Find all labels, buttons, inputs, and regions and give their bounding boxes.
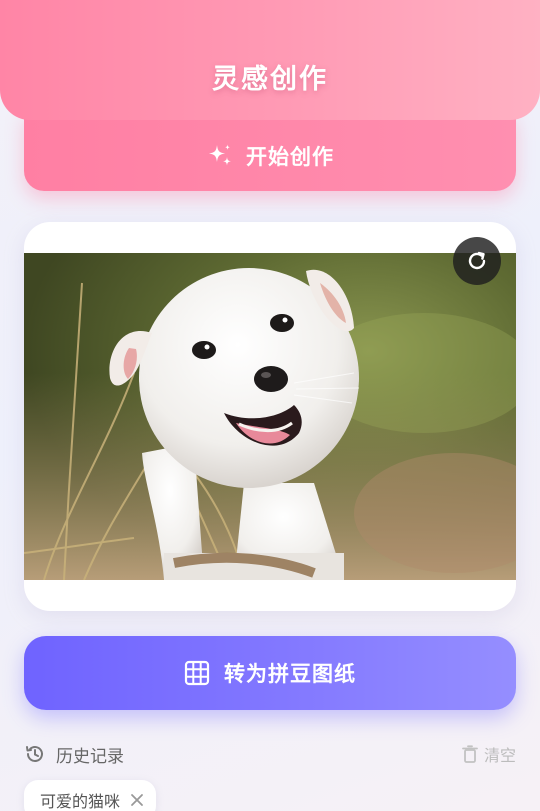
trash-icon: [462, 745, 478, 763]
close-icon[interactable]: [130, 793, 144, 807]
start-creation-label: 开始创作: [246, 144, 334, 169]
history-title-group: 历史记录: [24, 742, 124, 767]
grid-icon: [184, 660, 210, 686]
start-creation-button[interactable]: 开始创作: [24, 112, 516, 191]
convert-label: 转为拼豆图纸: [224, 662, 356, 686]
history-icon: [24, 743, 46, 765]
app-header: 灵感创作: [0, 0, 540, 120]
sparkles-icon: [206, 142, 234, 170]
history-title: 历史记录: [56, 746, 124, 767]
image-card: [24, 222, 516, 611]
clear-label: 清空: [483, 746, 516, 765]
convert-to-bead-pattern-button[interactable]: 转为拼豆图纸: [24, 636, 516, 710]
generated-image: [24, 253, 516, 580]
refresh-button[interactable]: [453, 237, 501, 285]
history-header: 历史记录 清空: [24, 740, 516, 768]
clear-history-button[interactable]: 清空: [462, 742, 516, 766]
history-item-label: 可爱的猫咪: [40, 792, 121, 811]
history-item[interactable]: 可爱的猫咪: [24, 780, 157, 811]
refresh-icon: [466, 250, 488, 272]
page-title: 灵感创作: [212, 64, 328, 95]
